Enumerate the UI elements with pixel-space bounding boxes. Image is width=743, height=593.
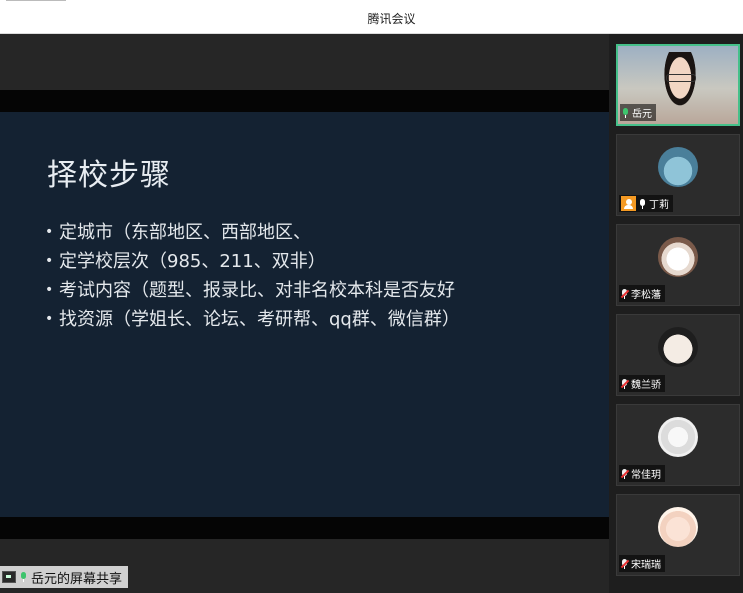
mic-muted-icon [620, 378, 630, 389]
participant-name-tag: 李松藩 [619, 285, 665, 302]
participant-name: 李松藩 [631, 290, 661, 301]
slide-bullet: • 定城市（东部地区、西部地区、 [45, 222, 311, 243]
participant-name: 魏兰骄 [631, 380, 661, 391]
participant-panel: 岳元 丁莉 李松藩 魏兰骄 常佳玥 宋瑞瑞 [609, 34, 743, 593]
avatar [658, 327, 698, 367]
slide-bullet: • 考试内容（题型、报录比、对非名校本科是否友好 [45, 280, 455, 301]
mic-muted-icon [620, 288, 630, 299]
shared-screen-area[interactable]: 择校步骤 • 定城市（东部地区、西部地区、 • 定学校层次（985、211、双非） … [0, 34, 609, 593]
screen-share-icon [2, 571, 16, 583]
participant-name: 丁莉 [649, 200, 669, 211]
participant-name-tag: 宋瑞瑞 [619, 555, 665, 572]
avatar [658, 147, 698, 187]
mic-muted-icon [620, 468, 630, 479]
avatar [658, 417, 698, 457]
slide-bullet: • 找资源（学姐长、论坛、考研帮、qq群、微信群） [45, 309, 460, 330]
person-video-frame [654, 52, 706, 126]
mic-on-icon [20, 572, 27, 582]
participant-name-tag: 丁莉 [619, 195, 673, 212]
participant-name: 宋瑞瑞 [631, 560, 661, 571]
title-bar: 腾讯会议 [0, 0, 743, 34]
participant-tile[interactable]: 宋瑞瑞 [616, 494, 740, 576]
participant-tile[interactable]: 丁莉 [616, 134, 740, 216]
title-bar-tab-stub [6, 0, 66, 5]
participant-tile[interactable]: 李松藩 [616, 224, 740, 306]
slide-bullet-list: • 定城市（东部地区、西部地区、 • 定学校层次（985、211、双非） • 考试内容… [45, 218, 460, 334]
participant-name-tag: 岳元 [620, 104, 656, 121]
avatar [658, 507, 698, 547]
screen-share-status[interactable]: 岳元的屏幕共享 [0, 566, 129, 588]
mic-on-icon [622, 107, 629, 118]
participant-tile[interactable]: 魏兰骄 [616, 314, 740, 396]
participant-tile[interactable]: 岳元 [616, 44, 740, 126]
screen-share-label: 岳元的屏幕共享 [31, 571, 123, 587]
participant-name: 常佳玥 [631, 470, 661, 481]
participant-name-tag: 魏兰骄 [619, 375, 665, 392]
window-title: 腾讯会议 [367, 12, 416, 26]
slide-bullet: • 定学校层次（985、211、双非） [45, 251, 326, 272]
mic-muted-icon [620, 558, 630, 569]
user-icon [621, 196, 636, 211]
participant-tile[interactable]: 常佳玥 [616, 404, 740, 486]
slide-title: 择校步骤 [47, 158, 171, 193]
participant-name-tag: 常佳玥 [619, 465, 665, 482]
participant-name: 岳元 [632, 109, 652, 120]
presentation-slide: 择校步骤 • 定城市（东部地区、西部地区、 • 定学校层次（985、211、双非） … [0, 112, 609, 517]
mic-on-icon [639, 198, 646, 209]
avatar [658, 237, 698, 277]
